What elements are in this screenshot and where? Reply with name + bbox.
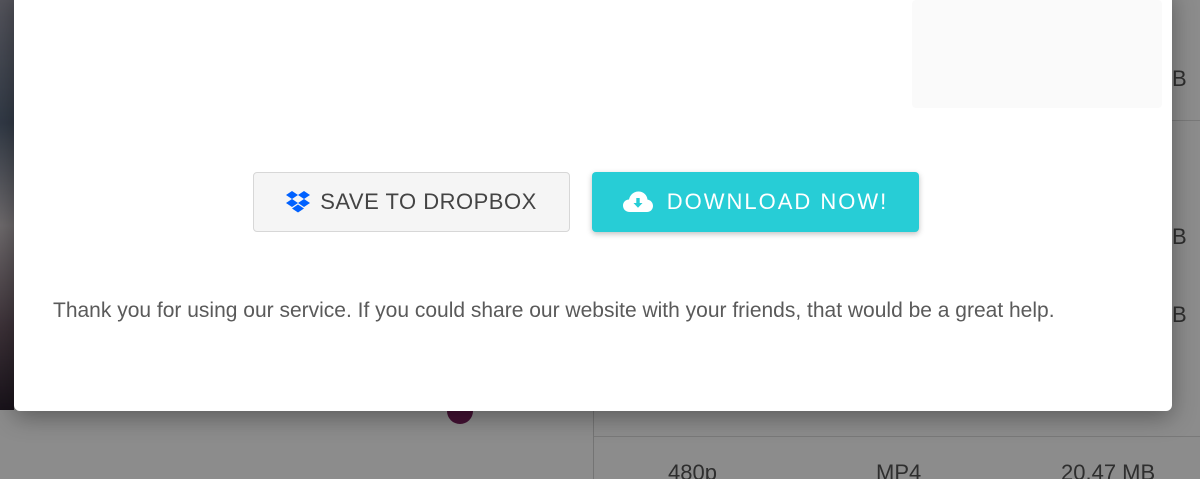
cloud-download-icon	[622, 191, 653, 213]
ad-placeholder	[912, 0, 1162, 108]
download-modal: SAVE TO DROPBOX DOWNLOAD NOW! Thank you …	[14, 0, 1172, 411]
thank-you-message: Thank you for using our service. If you …	[53, 299, 1055, 322]
download-button-label: DOWNLOAD NOW!	[666, 189, 889, 214]
modal-actions: SAVE TO DROPBOX DOWNLOAD NOW!	[253, 171, 919, 233]
download-now-button[interactable]: DOWNLOAD NOW!	[592, 172, 919, 232]
dropbox-icon	[286, 191, 311, 213]
save-to-dropbox-button[interactable]: SAVE TO DROPBOX	[253, 172, 570, 232]
dropbox-button-label: SAVE TO DROPBOX	[320, 189, 537, 214]
